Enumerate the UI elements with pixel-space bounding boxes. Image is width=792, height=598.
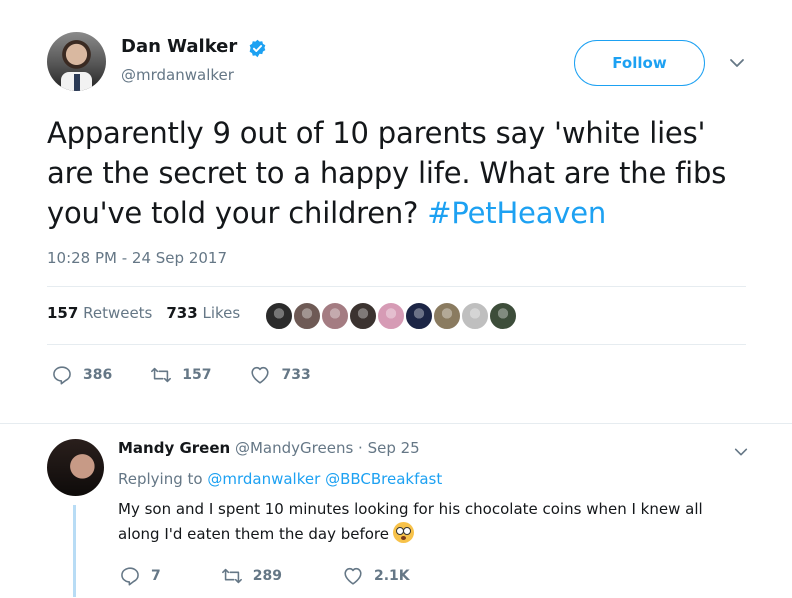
tweet-stats: 157 Retweets 733 Likes bbox=[47, 304, 240, 322]
reply-reply-button[interactable]: 7 bbox=[119, 565, 161, 587]
verified-badge-icon bbox=[249, 39, 266, 58]
tweet-body: Apparently 9 out of 10 parents say 'whit… bbox=[47, 116, 727, 230]
thread-line bbox=[73, 505, 76, 597]
avatar-tie bbox=[74, 74, 80, 91]
replying-to: Replying to @mrdanwalker @BBCBreakfast bbox=[118, 470, 442, 488]
likes-stat-label: Likes bbox=[202, 304, 241, 322]
reply-text: My son and I spent 10 minutes looking fo… bbox=[118, 497, 738, 547]
mention-mrdanwalker[interactable]: @mrdanwalker bbox=[207, 470, 320, 488]
hashtag-link[interactable]: #PetHeaven bbox=[427, 196, 606, 230]
reply-tweet[interactable]: Mandy Green @MandyGreens · Sep 25 Replyi… bbox=[0, 425, 792, 598]
liker-avatar[interactable] bbox=[292, 301, 322, 331]
reply-count: 386 bbox=[83, 367, 113, 383]
retweets-stat-count: 157 bbox=[47, 304, 79, 322]
emoji-mouth bbox=[401, 536, 406, 540]
reply-retweet-count: 289 bbox=[252, 568, 282, 584]
liker-avatar[interactable] bbox=[348, 301, 378, 331]
section-divider bbox=[0, 423, 792, 424]
likes-stat[interactable]: 733 Likes bbox=[166, 304, 240, 322]
flushed-face-emoji bbox=[393, 522, 414, 543]
retweet-count: 157 bbox=[182, 367, 212, 383]
reply-date[interactable]: · Sep 25 bbox=[358, 439, 420, 457]
liker-avatar[interactable] bbox=[488, 301, 518, 331]
liker-avatar[interactable] bbox=[264, 301, 294, 331]
author-name[interactable]: Dan Walker bbox=[121, 36, 237, 57]
retweets-stat[interactable]: 157 Retweets bbox=[47, 304, 152, 322]
divider bbox=[47, 286, 746, 287]
main-tweet: Dan Walker @mrdanwalker Follow Apparentl… bbox=[0, 0, 792, 424]
retweet-icon bbox=[221, 568, 242, 584]
retweet-icon bbox=[151, 367, 172, 383]
liker-avatars bbox=[264, 301, 518, 331]
liker-avatar[interactable] bbox=[376, 301, 406, 331]
retweets-stat-label: Retweets bbox=[83, 304, 153, 322]
reply-author-handle[interactable]: @MandyGreens bbox=[235, 439, 353, 457]
reply-author-name[interactable]: Mandy Green bbox=[118, 439, 230, 457]
like-icon bbox=[344, 567, 362, 585]
replying-prefix: Replying to bbox=[118, 470, 203, 488]
chevron-down-icon[interactable] bbox=[733, 444, 749, 460]
like-count: 733 bbox=[281, 367, 311, 383]
reply-like-button[interactable]: 2.1K bbox=[342, 565, 410, 587]
reply-author-avatar[interactable] bbox=[47, 439, 104, 496]
tweet-text: Apparently 9 out of 10 parents say 'whit… bbox=[47, 113, 747, 233]
reply-actions: 7 289 2.1K bbox=[119, 565, 470, 587]
like-icon bbox=[251, 366, 270, 384]
reply-like-count: 2.1K bbox=[373, 568, 410, 584]
retweet-button[interactable]: 157 bbox=[150, 364, 211, 386]
liker-avatar[interactable] bbox=[320, 301, 350, 331]
liker-avatar[interactable] bbox=[432, 301, 462, 331]
tweet-timestamp[interactable]: 10:28 PM - 24 Sep 2017 bbox=[47, 249, 227, 267]
liker-avatar[interactable] bbox=[460, 301, 490, 331]
reply-header: Mandy Green @MandyGreens · Sep 25 bbox=[118, 439, 420, 457]
author-handle[interactable]: @mrdanwalker bbox=[121, 66, 234, 84]
follow-button[interactable]: Follow bbox=[574, 40, 705, 86]
tweet-actions: 386 157 733 bbox=[51, 364, 349, 386]
reply-retweet-button[interactable]: 289 bbox=[221, 565, 282, 587]
like-button[interactable]: 733 bbox=[249, 364, 311, 386]
reply-icon bbox=[121, 567, 139, 586]
author-avatar[interactable] bbox=[47, 32, 106, 91]
reply-reply-count: 7 bbox=[151, 568, 161, 584]
likes-stat-count: 733 bbox=[166, 304, 198, 322]
mention-bbcbreakfast[interactable]: @BBCBreakfast bbox=[325, 470, 442, 488]
divider bbox=[47, 344, 746, 345]
liker-avatar[interactable] bbox=[404, 301, 434, 331]
reply-button[interactable]: 386 bbox=[51, 364, 112, 386]
chevron-down-icon[interactable] bbox=[728, 54, 746, 72]
reply-icon bbox=[53, 366, 71, 385]
